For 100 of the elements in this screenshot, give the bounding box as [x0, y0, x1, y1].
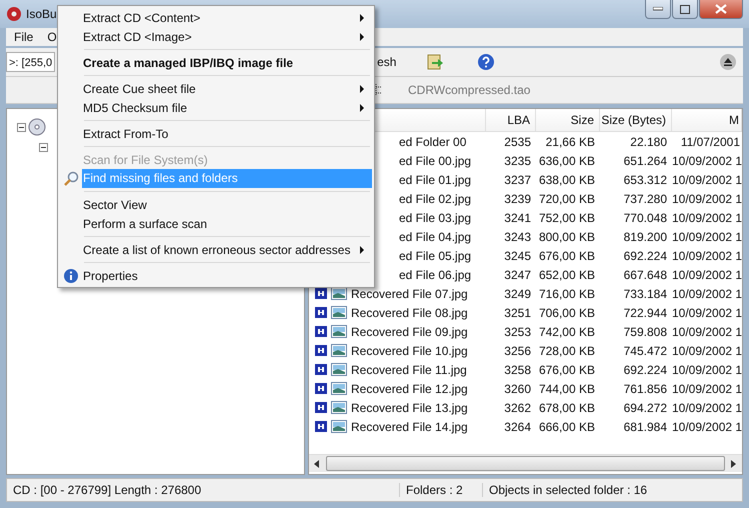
column-header[interactable]: LBA	[486, 109, 536, 131]
file-name: Recovered File 07.jpg	[351, 286, 468, 300]
table-cell-text: 742,00 KB	[538, 324, 596, 338]
table-cell-text: 667.648	[622, 268, 668, 282]
file-name: Recovered File 09.jpg	[351, 324, 468, 338]
app-icon	[6, 6, 22, 22]
table-cell: 10/09/2002 1	[672, 248, 742, 262]
menu-item[interactable]: Extract CD <Image>	[60, 27, 372, 46]
column-header[interactable]: M	[672, 109, 742, 131]
help-icon[interactable]	[477, 53, 496, 71]
submenu-arrow-icon	[360, 14, 364, 22]
menu-item[interactable]: Create a managed IBP/IBQ image file	[60, 53, 372, 72]
table-cell-text: 744,00 KB	[538, 382, 596, 396]
collapse-icon[interactable]	[39, 142, 48, 152]
file-name: ed File 05.jpg	[399, 248, 472, 262]
close-icon	[715, 4, 727, 14]
info-icon	[63, 268, 79, 284]
menu-item[interactable]: Create a list of known erroneous sector addresses	[60, 240, 372, 259]
table-cell-text: 3249	[503, 286, 532, 300]
table-cell-text: 800,00 KB	[538, 230, 596, 244]
file-status-icon	[315, 345, 327, 356]
table-cell-text: 22.180	[629, 134, 668, 148]
file-status-icon	[315, 402, 327, 413]
submenu-arrow-icon	[360, 32, 364, 40]
file-name: ed File 04.jpg	[399, 230, 472, 244]
table-cell-text: 759.808	[622, 324, 668, 338]
scroll-right-icon[interactable]	[731, 460, 737, 468]
submenu-arrow-icon	[360, 104, 364, 112]
table-cell-text: 636,00 KB	[538, 154, 596, 168]
table-cell-text: 819.200	[622, 230, 668, 244]
image-file-icon	[331, 344, 347, 357]
table-cell: 10/09/2002 1	[672, 362, 742, 376]
menu-item[interactable]: O	[47, 30, 57, 44]
table-cell-text: 716,00 KB	[538, 286, 596, 300]
maximize-icon	[680, 4, 690, 14]
table-cell-text: 745.472	[622, 344, 668, 358]
file-status-icon	[315, 326, 327, 337]
table-cell-text: 676,00 KB	[538, 362, 596, 376]
table-cell-text: 733.184	[622, 286, 668, 300]
menu-item[interactable]: Properties	[60, 266, 372, 285]
menu-item[interactable]: Extract CD <Content>	[60, 8, 372, 27]
table-cell-text: 3253	[503, 324, 532, 338]
status-text: CD : [00 - 276799] Length : 276800	[12, 483, 202, 497]
table-cell-text: 3243	[503, 230, 532, 244]
address-field[interactable]: >: [255,0	[6, 52, 56, 72]
column-header[interactable]: Size (Bytes)	[600, 109, 672, 131]
file-name: ed File 06.jpg	[399, 268, 472, 282]
table-cell-text: 3258	[503, 362, 532, 376]
file-status-icon	[315, 421, 327, 432]
table-cell-text: 3241	[503, 210, 532, 224]
table-cell-text: 651.264	[622, 154, 668, 168]
table-cell-text: 3245	[503, 248, 532, 262]
menu-item[interactable]: Sector View	[60, 195, 372, 214]
table-cell: 10/09/2002 1	[672, 210, 742, 224]
file-status-icon	[315, 307, 327, 318]
status-text: Folders : 2	[399, 483, 482, 497]
export-icon[interactable]	[426, 53, 444, 71]
table-cell-text: 3260	[503, 382, 532, 396]
table-cell-text: 752,00 KB	[538, 210, 596, 224]
file-name: Recovered File 12.jpg	[351, 382, 468, 396]
image-file-icon	[331, 382, 347, 395]
image-file-icon	[331, 401, 347, 414]
column-header[interactable]: Size	[536, 109, 600, 131]
menu-item[interactable]: File	[14, 30, 34, 44]
table-cell-text: 761.856	[622, 382, 668, 396]
table-cell-text: 678,00 KB	[538, 400, 596, 414]
file-name: ed File 02.jpg	[399, 192, 472, 206]
table-cell-text: 770.048	[622, 210, 668, 224]
table-cell-text: 3256	[503, 344, 532, 358]
table-cell-text: 722.944	[622, 306, 668, 320]
menu-item[interactable]: Create Cue sheet file	[60, 79, 372, 98]
collapse-icon[interactable]	[17, 122, 26, 132]
scrollbar-thumb[interactable]	[326, 456, 725, 471]
menu-item[interactable]: MD5 Checksum file	[60, 98, 372, 117]
table-cell: 10/09/2002 1	[672, 154, 742, 168]
horizontal-scrollbar[interactable]	[309, 454, 742, 472]
table-cell: 10/09/2002 1	[672, 400, 742, 414]
close-button[interactable]	[699, 0, 743, 19]
refresh-button[interactable]: esh	[377, 55, 396, 69]
menu-item[interactable]: Perform a surface scan	[60, 214, 372, 233]
table-cell-text: 666,00 KB	[538, 420, 596, 434]
table-cell: 10/09/2002 1	[672, 268, 742, 282]
submenu-arrow-icon	[360, 84, 364, 92]
table-cell-text: 692.224	[622, 248, 668, 262]
file-name: Recovered File 13.jpg	[351, 400, 468, 414]
file-name: Recovered File 08.jpg	[351, 306, 468, 320]
magnifier-icon	[63, 170, 79, 186]
table-cell-text: 3239	[503, 192, 532, 206]
file-name: ed Folder 00	[399, 134, 466, 148]
scroll-left-icon[interactable]	[314, 460, 320, 468]
table-cell-text: 3262	[503, 400, 532, 414]
maximize-button[interactable]	[672, 0, 698, 19]
table-cell-text: 728,00 KB	[538, 344, 596, 358]
table-cell: 10/09/2002 1	[672, 286, 742, 300]
eject-icon[interactable]	[719, 53, 737, 71]
file-name: Recovered File 14.jpg	[351, 420, 468, 434]
table-cell-text: 692.224	[622, 362, 668, 376]
menu-item[interactable]: Extract From-To	[60, 124, 372, 143]
table-cell-text: 3251	[503, 306, 532, 320]
minimize-button[interactable]	[645, 0, 671, 19]
